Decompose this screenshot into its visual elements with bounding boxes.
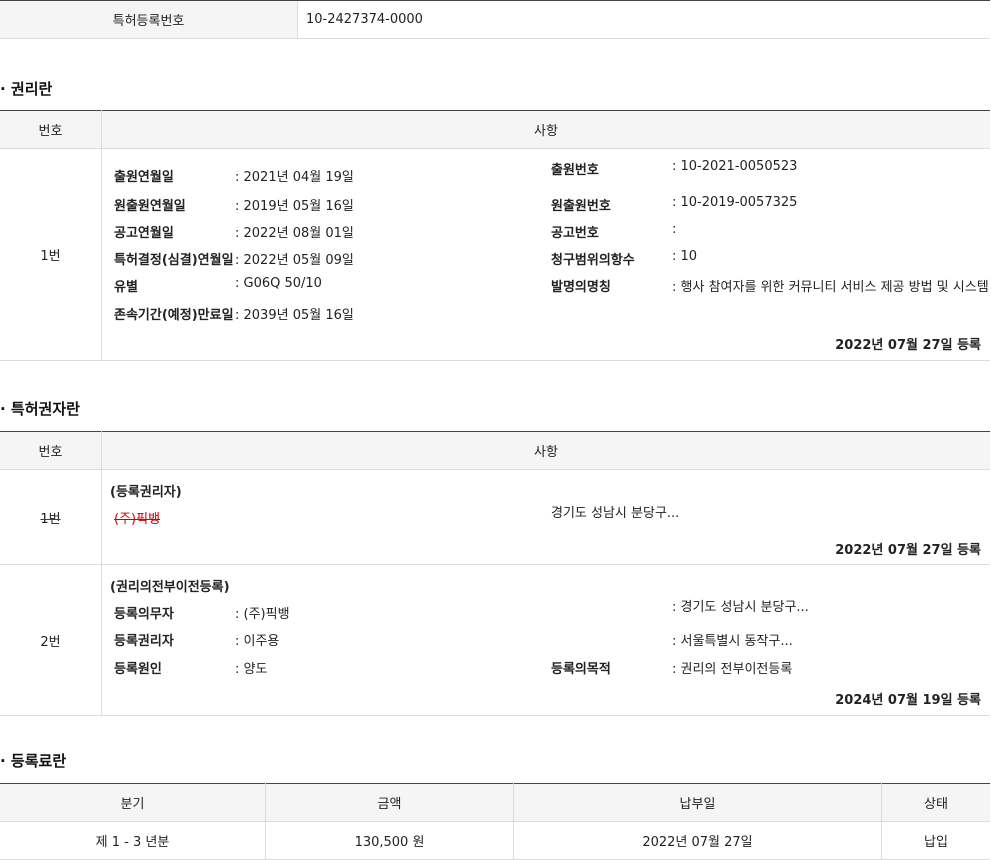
field-label: 등록의무자 [114,607,174,622]
holders-table: 번호 사항 1번 (등록권리자) (주)픽뱅 경기도 성남시 분당구... 20… [0,431,990,716]
fees-col-amount: 금액 [265,783,514,822]
fees-col-paid-date: 납부일 [513,783,882,822]
field-label: 등록의목적 [551,662,611,677]
fees-section-title: · 등록료란 [0,752,67,770]
field-label: 원출원연월일 [114,199,186,214]
holder-address: 경기도 성남시 분당구... [551,506,680,521]
fee-paid-date: 2022년 07월 27일 [513,821,882,860]
rights-row-number: 1번 [0,148,102,361]
holder-name: (주)픽뱅 [114,512,161,527]
rights-table-header: 번호 사항 [0,110,990,149]
table-row: 제 1 - 3 년분 130,500 원 2022년 07월 27일 납입 [0,821,990,860]
field-label: 출원연월일 [114,170,174,185]
field-value: : 이주용 [235,634,280,649]
field-value: : 2021년 04월 19일 [235,170,354,185]
holder-row-content: (권리의전부이전등록) 등록의무자 : (주)픽뱅 등록권리자 : 이주용 등록… [101,564,990,716]
holders-col-item: 사항 [101,431,990,470]
field-value: : 양도 [235,662,268,677]
field-label: 유별 [114,280,138,295]
rights-row-content: 출원연월일 : 2021년 04월 19일 원출원연월일 : 2019년 05월… [101,148,990,361]
field-value: : 권리의 전부이전등록 [672,662,793,677]
fees-col-status: 상태 [881,783,990,822]
field-value: : (주)픽뱅 [235,607,290,622]
fees-table-header: 분기 금액 납부일 상태 [0,783,990,822]
fee-status: 납입 [881,821,990,860]
field-value: : 2039년 05월 16일 [235,308,354,323]
holder-kind: (등록권리자) [110,485,182,500]
holder-row-number: 1번 [40,511,61,527]
registration-date: 2022년 07월 27일 등록 [835,543,981,558]
fee-amount: 130,500 원 [265,821,514,860]
registration-date: 2022년 07월 27일 등록 [835,338,981,353]
holder-row-content: (등록권리자) (주)픽뱅 경기도 성남시 분당구... 2022년 07월 2… [101,469,990,565]
field-label: 특허결정(심결)연월일 [114,253,234,268]
field-value: : 10-2019-0057325 [672,195,798,210]
fees-col-period: 분기 [0,783,266,822]
rights-table: 번호 사항 1번 출원연월일 : 2021년 04월 19일 원출원연월일 : … [0,110,990,361]
fees-table: 분기 금액 납부일 상태 제 1 - 3 년분 130,500 원 2022년 … [0,783,990,860]
holders-col-number: 번호 [0,431,102,470]
registration-number-value: 10-2427374-0000 [306,12,423,27]
field-label: 공고번호 [551,226,599,241]
field-value: : G06Q 50/10 [235,276,322,291]
field-value: : 10-2021-0050523 [672,159,798,174]
field-value: : 2019년 05월 16일 [235,199,354,214]
holder-address: : 경기도 성남시 분당구... [672,600,809,615]
invention-title: : 행사 참여자를 위한 커뮤니티 서비스 제공 방법 및 시스템 [672,280,989,295]
registration-date: 2024년 07월 19일 등록 [835,693,981,708]
field-value: : 2022년 08월 01일 [235,226,354,241]
holder-address: : 서울특별시 동작구... [672,634,793,649]
holders-table-header: 번호 사항 [0,431,990,470]
field-label: 원출원번호 [551,199,611,214]
holder-kind: (권리의전부이전등록) [110,580,230,595]
field-label: 발명의명칭 [551,280,611,295]
holders-section-title: · 특허권자란 [0,400,80,418]
field-value: : 10 [672,249,698,264]
rights-col-number: 번호 [0,110,102,149]
registration-number-label: 특허등록번호 [0,1,298,38]
table-row: 1번 출원연월일 : 2021년 04월 19일 원출원연월일 : 2019년 … [0,148,990,361]
field-label: 공고연월일 [114,226,174,241]
table-row: 1번 (등록권리자) (주)픽뱅 경기도 성남시 분당구... 2022년 07… [0,469,990,565]
field-value: : 2022년 05월 09일 [235,253,354,268]
field-value: : [672,222,677,237]
holder-row-number: 2번 [0,564,102,716]
rights-col-item: 사항 [101,110,990,149]
rights-section-title: · 권리란 [0,80,53,98]
field-label: 등록권리자 [114,634,174,649]
field-label: 출원번호 [551,163,599,178]
registration-number-row: 특허등록번호 10-2427374-0000 [0,0,990,39]
field-label: 청구범위의항수 [551,253,635,268]
fee-period: 제 1 - 3 년분 [0,821,266,860]
table-row: 2번 (권리의전부이전등록) 등록의무자 : (주)픽뱅 등록권리자 : 이주용… [0,564,990,716]
field-label: 존속기간(예정)만료일 [114,308,234,323]
field-label: 등록원인 [114,662,162,677]
